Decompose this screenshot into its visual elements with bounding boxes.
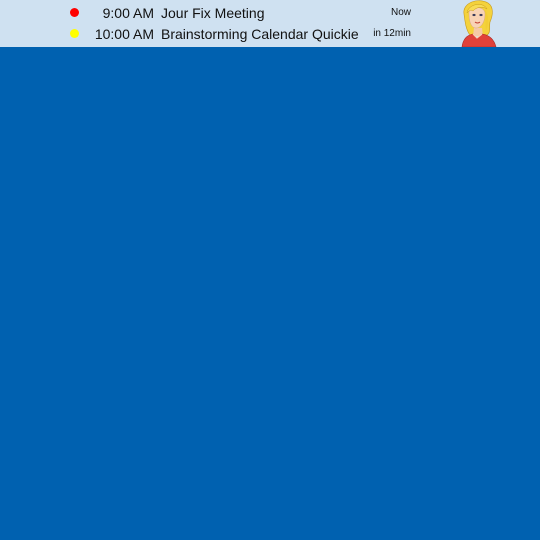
status-dot-icon: [70, 8, 79, 17]
event-title[interactable]: Brainstorming Calendar Quickie: [161, 26, 359, 42]
event-title[interactable]: Jour Fix Meeting: [161, 5, 264, 21]
status-dot-icon: [70, 29, 79, 38]
event-relative-time: in 12min: [373, 28, 411, 39]
event-time: 10:00 AM: [94, 26, 154, 42]
desktop-background: [0, 47, 540, 540]
assistant-avatar-icon[interactable]: [456, 0, 502, 47]
event-relative-time: Now: [390, 7, 411, 18]
calendar-notification-banner[interactable]: 9:00 AM Jour Fix Meeting Now 10:00 AM Br…: [0, 0, 540, 47]
event-time: 9:00 AM: [102, 5, 154, 21]
